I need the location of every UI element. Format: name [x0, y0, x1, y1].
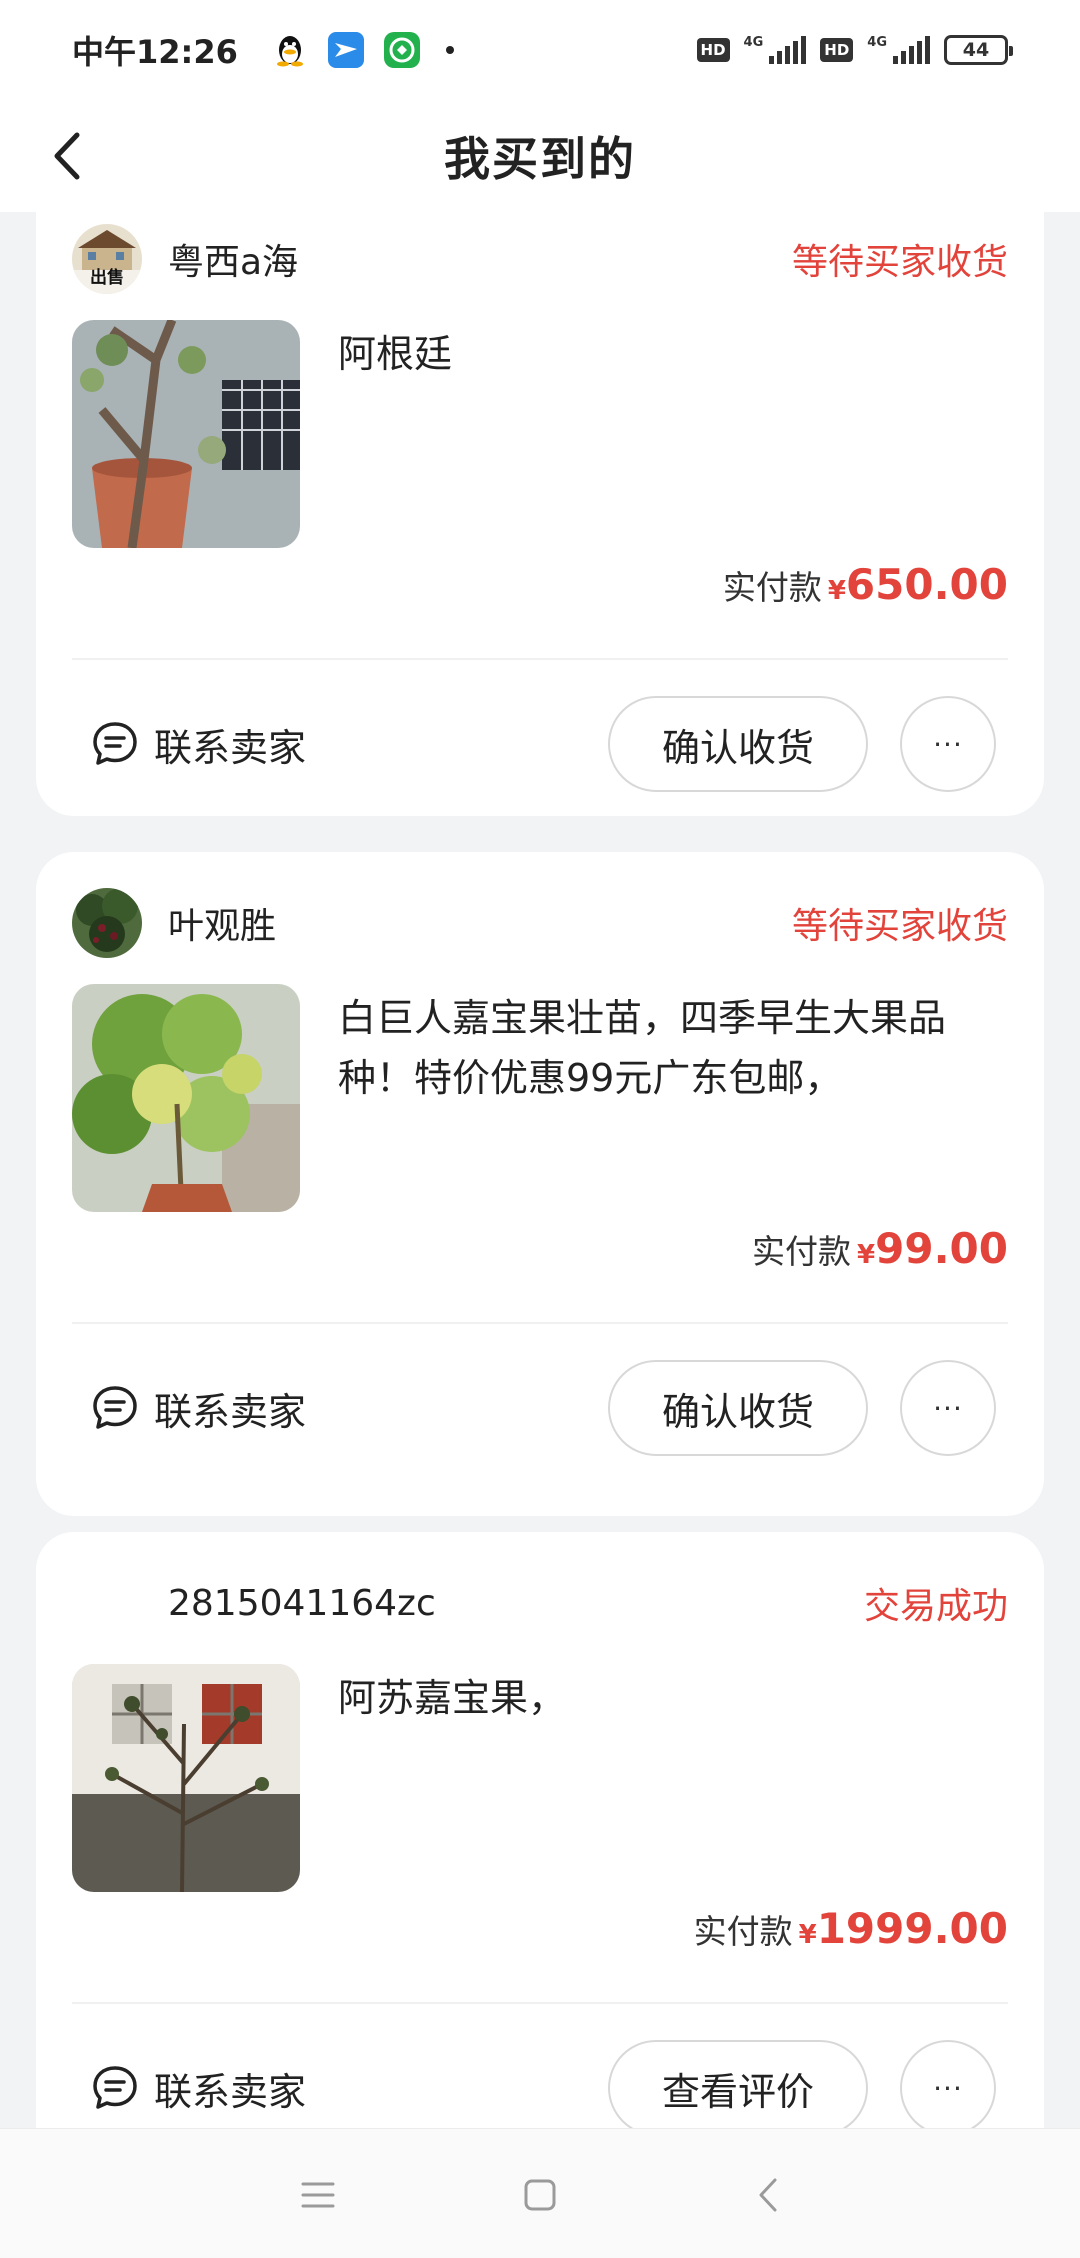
product-title[interactable]: 白巨人嘉宝果壮苗，四季早生大果品种！特价优惠99元广东包邮， — [338, 988, 1008, 1108]
more-options-button[interactable]: ··· — [900, 696, 996, 792]
currency-symbol: ¥ — [857, 1240, 876, 1270]
back-button[interactable] — [36, 122, 96, 190]
chevron-left-icon — [54, 132, 80, 180]
status-time: 中午12:26 — [72, 33, 238, 71]
contact-seller-button[interactable]: 联系卖家 — [90, 2058, 306, 2118]
battery-level: 44 — [962, 39, 990, 61]
product-title[interactable]: 阿根廷 — [338, 324, 1008, 384]
order-status: 等待买家收货 — [791, 242, 1008, 283]
chat-bubble-icon — [93, 2066, 137, 2109]
amount-value: 650.00 — [845, 560, 1008, 609]
battery-icon: 44 — [944, 35, 1013, 65]
signal-icon-2 — [893, 36, 930, 64]
seller-name[interactable]: 叶观胜 — [168, 897, 276, 949]
order-status: 交易成功 — [863, 1586, 1008, 1627]
notification-dot-icon — [445, 46, 454, 54]
network-type-1: 4G — [743, 35, 764, 50]
paid-label: 实付款 — [752, 1232, 852, 1271]
page-title: 我买到的 — [444, 132, 636, 186]
amount-value: 99.00 — [875, 1224, 1008, 1273]
product-thumbnail[interactable] — [72, 1664, 300, 1892]
order-card[interactable]: 出售 粤西a海 等待买家收货 阿根廷 实付款 ¥ 650.00 联系卖家 确认收… — [36, 212, 1044, 816]
chat-bubble-icon — [93, 722, 137, 765]
paid-amount: 实付款 ¥ 1999.00 — [694, 1904, 1008, 1953]
order-card[interactable]: 2815041164zc 交易成功 阿苏嘉宝果， 实付款 ¥ 1999.00 联… — [36, 1532, 1044, 2128]
status-bar: 中午12:26 HD 4G HD 4G 44 — [0, 0, 1080, 100]
qq-icon — [271, 32, 308, 68]
amount-value: 1999.00 — [816, 1904, 1008, 1953]
network-type-2: 4G — [867, 35, 887, 50]
contact-seller-label: 联系卖家 — [154, 2069, 307, 2114]
seller-avatar[interactable] — [72, 1568, 142, 1638]
currency-symbol: ¥ — [798, 1920, 817, 1950]
menu-icon — [301, 2182, 335, 2208]
home-button[interactable] — [512, 2167, 568, 2223]
contact-seller-label: 联系卖家 — [154, 1389, 307, 1434]
confirm-receipt-button[interactable]: 确认收货 — [608, 1360, 868, 1456]
order-card[interactable]: 叶观胜 等待买家收货 白巨人嘉宝果壮苗，四季早生大果品种！特价优惠99元广东包邮… — [36, 852, 1044, 1516]
feishu-app-icon — [327, 32, 364, 68]
status-indicators: HD 4G HD 4G 44 — [696, 35, 1013, 65]
seller-avatar[interactable]: 出售 — [72, 224, 142, 294]
confirm-receipt-button[interactable]: 确认收货 — [608, 696, 868, 792]
product-thumbnail[interactable] — [72, 984, 300, 1212]
hd-badge-1: HD — [696, 38, 730, 62]
back-triangle-icon — [759, 2178, 777, 2212]
divider — [72, 2002, 1008, 2004]
paid-amount: 实付款 ¥ 650.00 — [723, 560, 1008, 609]
contact-seller-label: 联系卖家 — [154, 725, 307, 770]
contact-seller-button[interactable]: 联系卖家 — [90, 1378, 306, 1438]
chat-bubble-icon — [93, 1386, 137, 1429]
seller-name[interactable]: 粤西a海 — [168, 233, 298, 285]
signal-icon-1 — [769, 36, 807, 64]
title-bar: 我买到的 — [0, 100, 1080, 212]
contact-seller-button[interactable]: 联系卖家 — [90, 714, 306, 774]
product-title[interactable]: 阿苏嘉宝果， — [338, 1668, 1008, 1728]
system-back-button[interactable] — [740, 2167, 796, 2223]
seller-avatar[interactable] — [72, 888, 142, 958]
green-app-icon — [383, 32, 420, 68]
order-header: 出售 粤西a海 等待买家收货 — [72, 224, 1008, 294]
view-review-button[interactable]: 查看评价 — [608, 2040, 868, 2128]
product-thumbnail[interactable] — [72, 320, 300, 548]
currency-symbol: ¥ — [827, 576, 846, 606]
divider — [72, 658, 1008, 660]
seller-name[interactable]: 2815041164zc — [168, 1583, 436, 1624]
more-options-button[interactable]: ··· — [900, 2040, 996, 2128]
order-header: 2815041164zc 交易成功 — [72, 1568, 1008, 1638]
order-header: 叶观胜 等待买家收货 — [72, 888, 1008, 958]
avatar-badge: 出售 — [90, 268, 124, 288]
divider — [72, 1322, 1008, 1324]
home-square-icon — [524, 2179, 556, 2211]
paid-amount: 实付款 ¥ 99.00 — [752, 1224, 1008, 1273]
more-options-button[interactable]: ··· — [900, 1360, 996, 1456]
system-nav-bar — [0, 2128, 1080, 2258]
hd-badge-2: HD — [820, 38, 854, 62]
recents-button[interactable] — [290, 2167, 346, 2223]
paid-label: 实付款 — [693, 1912, 793, 1951]
order-list[interactable]: 出售 粤西a海 等待买家收货 阿根廷 实付款 ¥ 650.00 联系卖家 确认收… — [0, 212, 1080, 2128]
paid-label: 实付款 — [722, 568, 822, 607]
order-status: 等待买家收货 — [791, 906, 1008, 947]
